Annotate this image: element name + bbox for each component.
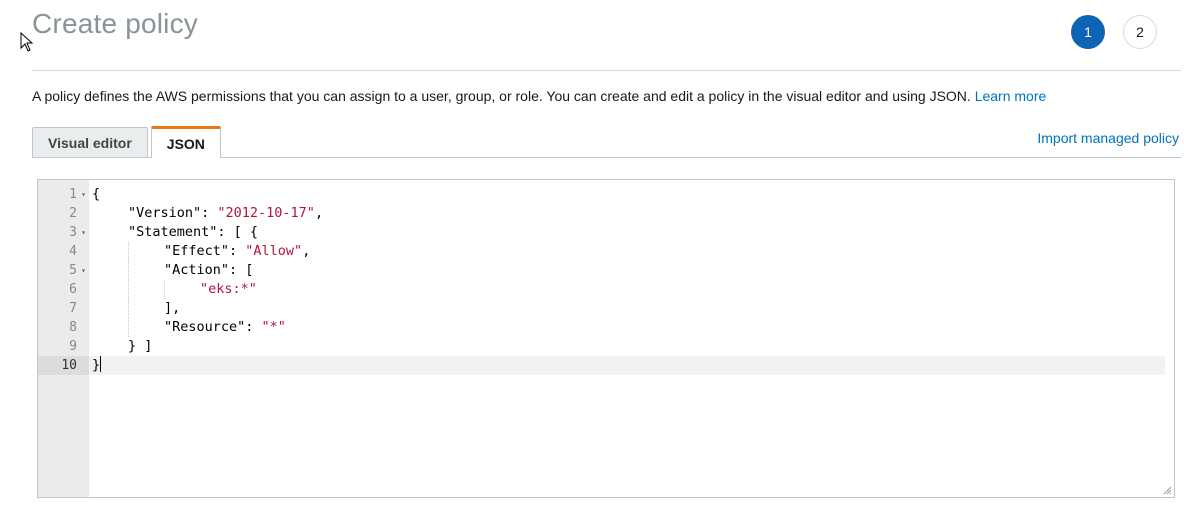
code-token: "Action": [: [164, 262, 254, 278]
code-line[interactable]: "Statement": [ {: [89, 223, 1165, 242]
resize-handle-icon[interactable]: [1162, 485, 1172, 495]
line-number: 10: [38, 356, 89, 375]
line-number-text: 4: [69, 244, 77, 259]
indent-guide: [128, 261, 129, 280]
fold-arrow-icon[interactable]: ▾: [81, 223, 86, 242]
code-token: "Effect":: [164, 243, 246, 259]
line-number: 2: [38, 204, 89, 223]
line-number: 7: [38, 299, 89, 318]
line-number: 8: [38, 318, 89, 337]
line-number-text: 2: [69, 206, 77, 221]
line-number-text: 9: [69, 339, 77, 354]
code-token: } ]: [128, 338, 153, 354]
string-token: "*": [261, 319, 286, 335]
code-token: {: [92, 186, 101, 202]
string-token: "eks:*": [200, 281, 257, 297]
line-number: 1 ▾: [38, 185, 89, 204]
code-line[interactable]: {: [89, 185, 1165, 204]
policy-description: A policy defines the AWS permissions tha…: [32, 88, 1046, 104]
string-token: "2012-10-17": [217, 205, 315, 221]
code-line[interactable]: ],: [89, 299, 1165, 318]
step-2-indicator[interactable]: 2: [1123, 15, 1157, 49]
code-token: ,: [314, 205, 324, 221]
line-number: 9: [38, 337, 89, 356]
indent-guide: [128, 280, 129, 299]
code-token: "Version":: [128, 205, 218, 221]
editor-tabs: Visual editor JSON: [32, 126, 221, 158]
line-number-text: 3: [69, 225, 77, 240]
code-line[interactable]: } ]: [89, 337, 1165, 356]
line-number: 5 ▾: [38, 261, 89, 280]
code-token: "Statement": [ {: [128, 224, 259, 240]
line-number: 4: [38, 242, 89, 261]
code-line[interactable]: }: [89, 356, 1165, 375]
line-number-text: 10: [61, 358, 77, 373]
code-area[interactable]: {"Version": "2012-10-17", "Statement": [ …: [89, 180, 1174, 497]
line-number-text: 8: [69, 320, 77, 335]
line-number-gutter: 1 ▾ 2 3 ▾ 4 5 ▾ 6 7 8 9 10: [38, 180, 89, 497]
line-number: 6: [38, 280, 89, 299]
description-text: A policy defines the AWS permissions tha…: [32, 88, 971, 104]
step-1-indicator[interactable]: 1: [1071, 15, 1105, 49]
wizard-steps: 1 2: [1071, 15, 1157, 49]
indent-guide: [164, 280, 165, 299]
tab-visual-editor[interactable]: Visual editor: [32, 127, 148, 158]
fold-arrow-icon[interactable]: ▾: [81, 185, 86, 204]
header-divider: [32, 70, 1181, 71]
line-number-text: 7: [69, 301, 77, 316]
page-title: Create policy: [32, 8, 199, 39]
code-token: ],: [164, 300, 181, 316]
indent-guide: [128, 242, 129, 261]
code-line[interactable]: "Resource": "*": [89, 318, 1165, 337]
import-managed-policy-link[interactable]: Import managed policy: [1037, 130, 1179, 146]
learn-more-link[interactable]: Learn more: [975, 88, 1047, 104]
string-token: "Allow": [245, 243, 303, 259]
tab-json[interactable]: JSON: [150, 126, 221, 158]
line-number: 3 ▾: [38, 223, 89, 242]
indent-guide: [128, 318, 129, 337]
fold-arrow-icon[interactable]: ▾: [81, 261, 86, 280]
code-line[interactable]: "Effect": "Allow",: [89, 242, 1165, 261]
code-token: }: [92, 357, 101, 373]
text-caret: [100, 356, 102, 372]
code-line[interactable]: "eks:*": [89, 280, 1165, 299]
code-line[interactable]: "Version": "2012-10-17",: [89, 204, 1165, 223]
code-token: "Resource":: [164, 319, 262, 335]
line-number-text: 1: [69, 187, 77, 202]
code-line[interactable]: "Action": [: [89, 261, 1165, 280]
code-token: ,: [302, 243, 311, 259]
indent-guide: [128, 299, 129, 318]
json-code-editor[interactable]: 1 ▾ 2 3 ▾ 4 5 ▾ 6 7 8 9 10 {"Version": "2012-10-17",…: [37, 179, 1175, 498]
line-number-text: 5: [69, 263, 77, 278]
line-number-text: 6: [69, 282, 77, 297]
